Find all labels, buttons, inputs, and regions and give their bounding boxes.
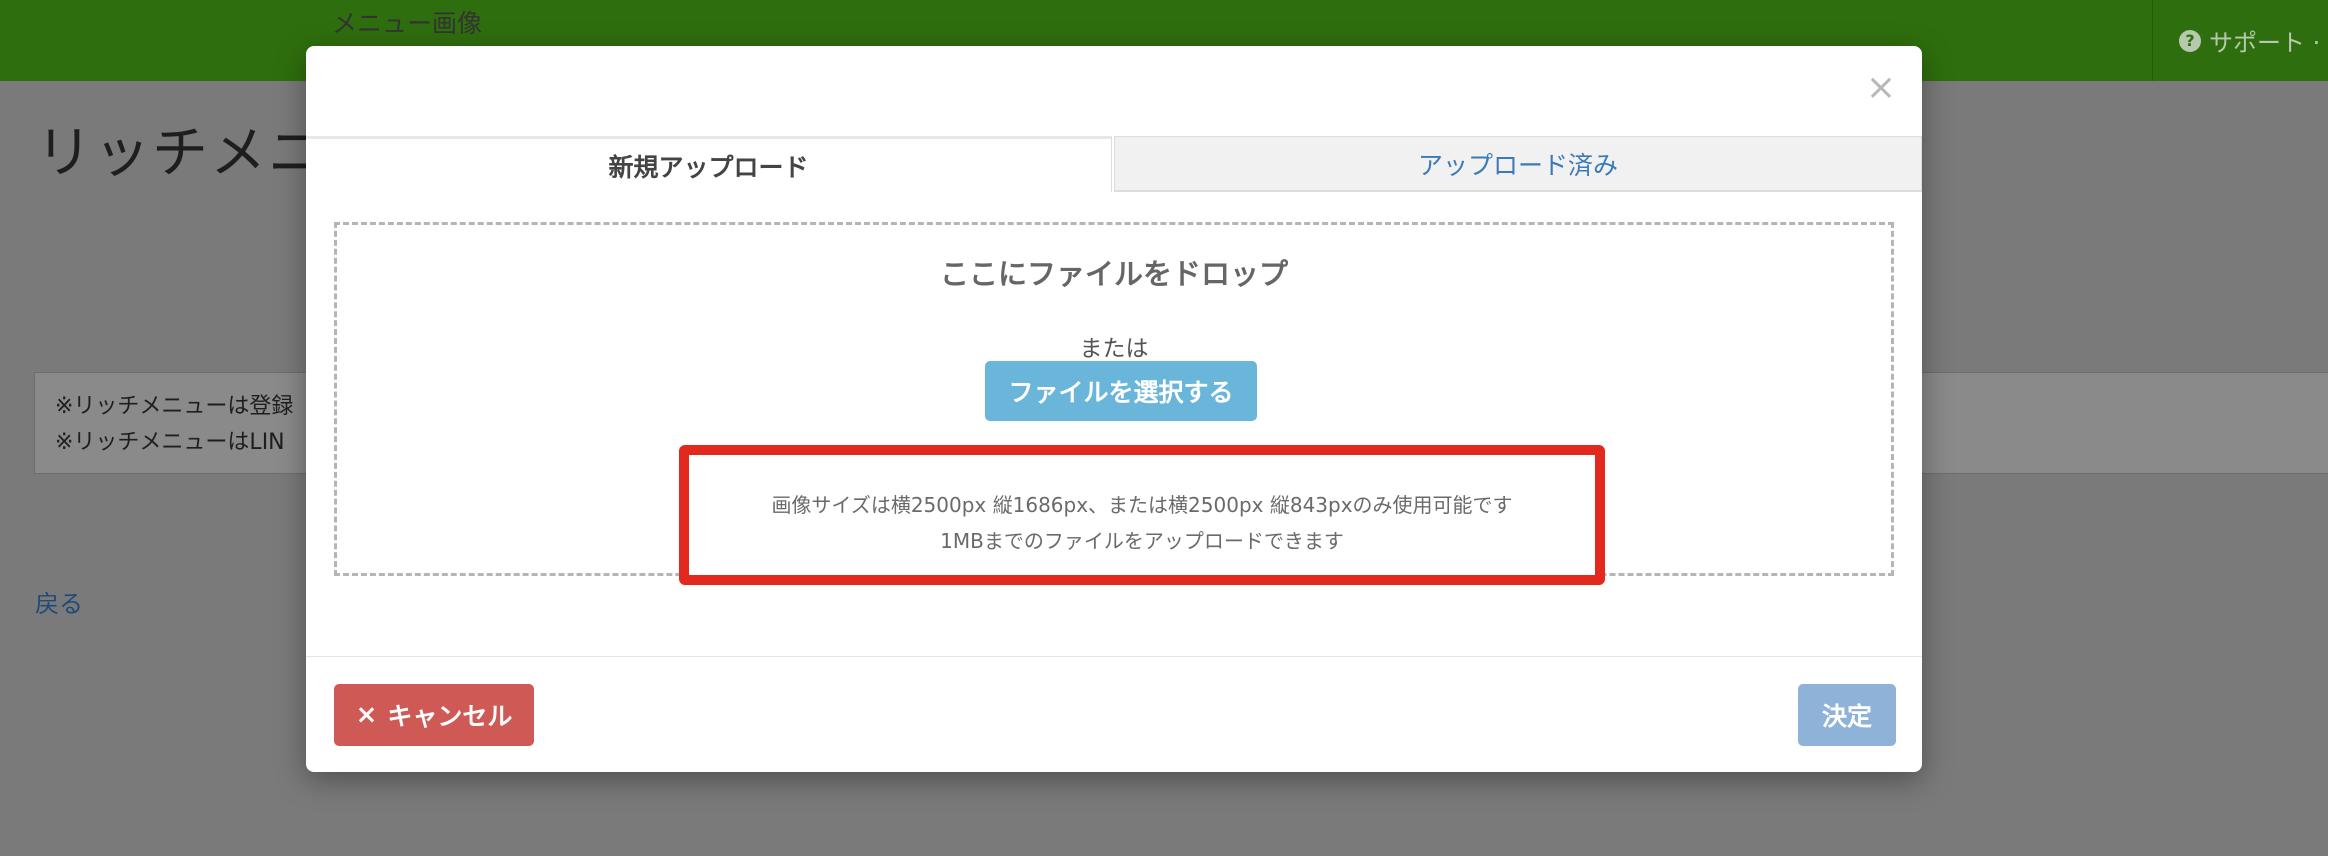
close-icon[interactable]: × <box>1866 70 1896 106</box>
size-note-line: 画像サイズは横2500px 縦1686px、または横2500px 縦843pxの… <box>771 493 1513 517</box>
tab-new-upload[interactable]: 新規アップロード <box>306 136 1112 192</box>
back-link[interactable]: 戻る <box>35 584 83 619</box>
size-note: 画像サイズは横2500px 縦1686px、または横2500px 縦843pxの… <box>689 487 1595 559</box>
file-dropzone[interactable]: ここにファイルをドロップ または ファイルを選択する 画像サイズは横2500px… <box>334 222 1894 585</box>
close-icon: × <box>355 700 378 730</box>
menu-image-modal: メニュー画像 × 新規アップロード アップロード済み ここにファイルをドロップ … <box>306 9 1922 772</box>
cancel-label: キャンセル <box>387 702 513 731</box>
tab-uploaded[interactable]: アップロード済み <box>1114 136 1922 192</box>
question-circle-icon: ? <box>2179 29 2201 52</box>
size-note-line: 1MBまでのファイルをアップロードできます <box>940 529 1344 553</box>
or-text: または <box>1079 336 1149 362</box>
size-note-highlight: 画像サイズは横2500px 縦1686px、または横2500px 縦843pxの… <box>679 445 1605 585</box>
modal-footer-divider <box>306 656 1922 657</box>
cancel-button[interactable]: × キャンセル <box>334 684 534 746</box>
dropzone-title: ここにファイルをドロップ <box>939 257 1288 291</box>
confirm-button[interactable]: 決定 <box>1798 684 1896 746</box>
modal-title: メニュー画像 <box>332 9 483 38</box>
support-label: サポート · <box>2209 29 2321 57</box>
support-menu[interactable]: ? サポート · <box>2152 0 2328 81</box>
page-title: リッチメニ <box>36 121 326 186</box>
select-file-button[interactable]: ファイルを選択する <box>985 361 1257 421</box>
